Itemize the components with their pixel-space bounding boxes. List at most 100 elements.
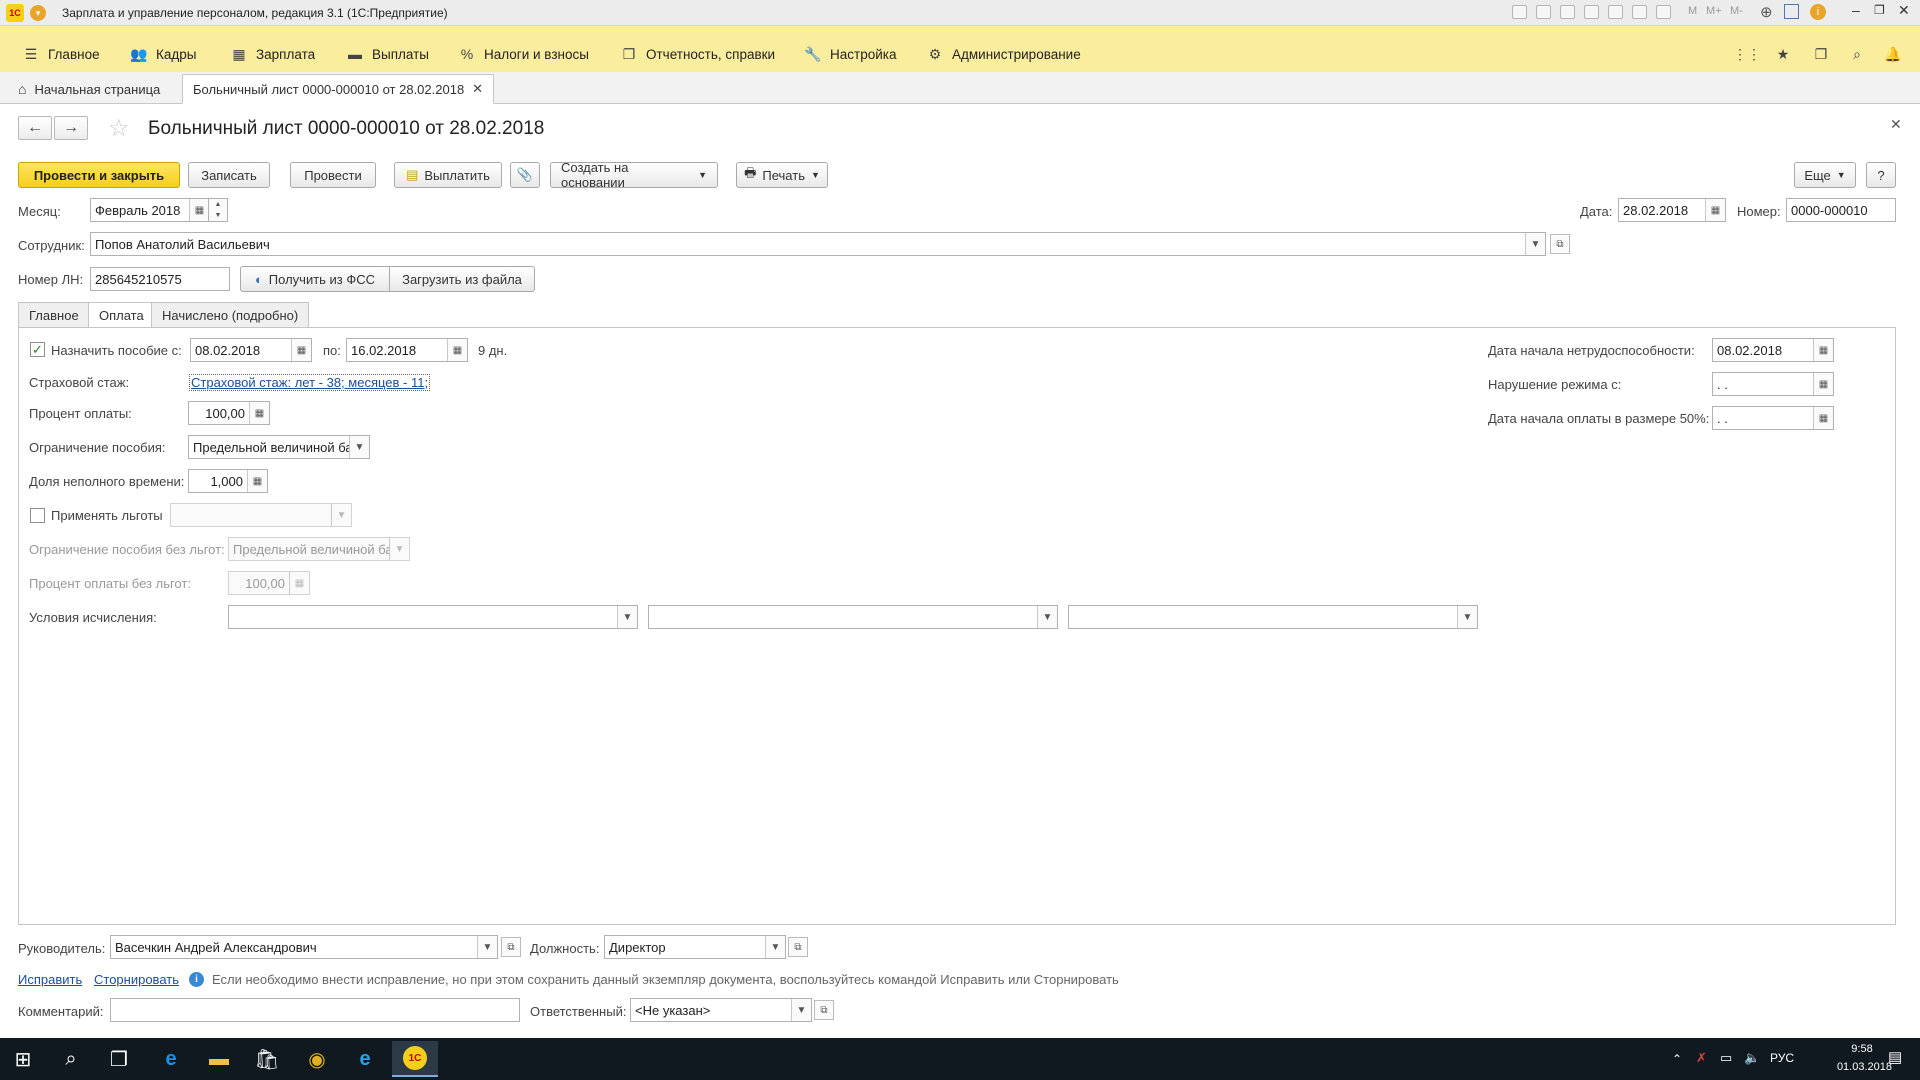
- panels-icon[interactable]: [1784, 4, 1799, 19]
- calculator-icon[interactable]: ▦: [247, 470, 267, 492]
- half-pay-start-field[interactable]: . . ▦: [1712, 406, 1834, 430]
- back-button[interactable]: ←: [18, 116, 52, 140]
- ie-browser-icon[interactable]: e: [342, 1041, 388, 1077]
- up-icon[interactable]: ▲: [215, 201, 222, 208]
- pay-button[interactable]: ▤ Выплатить: [394, 162, 502, 188]
- tray-chevron-icon[interactable]: ⌃: [1672, 1052, 1682, 1066]
- menu-taxes[interactable]: % Налоги и взносы: [458, 44, 589, 64]
- storno-link[interactable]: Сторнировать: [94, 972, 179, 987]
- dropdown-arrow-icon[interactable]: ▼: [765, 936, 785, 958]
- store-icon[interactable]: 🛍: [244, 1041, 290, 1077]
- apply-benefits-checkbox[interactable]: [30, 508, 45, 523]
- month-stepper[interactable]: ▲ ▼: [208, 198, 228, 222]
- edge-browser-icon[interactable]: e: [148, 1041, 194, 1077]
- task-view-icon[interactable]: ❐: [96, 1041, 142, 1077]
- more-button[interactable]: Еще ▼: [1794, 162, 1856, 188]
- close-form-icon[interactable]: ✕: [1890, 116, 1902, 133]
- down-icon[interactable]: ▼: [215, 212, 222, 219]
- ln-number-field[interactable]: 285645210575: [90, 267, 230, 291]
- minimize-icon[interactable]: –: [1852, 2, 1860, 18]
- memory-mminus-icon[interactable]: M-: [1730, 5, 1743, 17]
- dropdown-arrow-icon[interactable]: ▼: [1457, 606, 1477, 628]
- responsible-field[interactable]: <Не указан> ▼: [630, 998, 812, 1022]
- month-field[interactable]: Февраль 2018 ▦: [90, 198, 210, 222]
- menu-salary[interactable]: ▦ Зарплата: [230, 44, 315, 64]
- fix-link[interactable]: Исправить: [18, 972, 82, 987]
- search-icon[interactable]: ⌕: [1848, 44, 1866, 64]
- comment-field[interactable]: [110, 998, 520, 1022]
- calendar-icon[interactable]: ▦: [1813, 373, 1833, 395]
- dropdown-arrow-icon[interactable]: ▼: [1525, 233, 1545, 255]
- create-based-on-button[interactable]: Создать на основании ▼: [550, 160, 718, 190]
- search-icon[interactable]: ⌕: [48, 1041, 94, 1077]
- forward-button[interactable]: →: [54, 116, 88, 140]
- position-field[interactable]: Директор ▼: [604, 935, 786, 959]
- calculator-icon[interactable]: ▦: [249, 402, 269, 424]
- zoom-icon[interactable]: ⊕: [1760, 3, 1773, 21]
- open-manager-icon[interactable]: ⧉: [501, 937, 521, 957]
- disability-start-field[interactable]: 08.02.2018 ▦: [1712, 338, 1834, 362]
- calendar-icon[interactable]: ▦: [189, 199, 209, 221]
- open-responsible-icon[interactable]: ⧉: [814, 1000, 834, 1020]
- calendar-icon[interactable]: ▦: [291, 339, 311, 361]
- tab-accrued-detailed[interactable]: Начислено (подробно): [151, 302, 310, 328]
- tab-sick-leave[interactable]: Больничный лист 0000-000010 от 28.02.201…: [182, 74, 495, 104]
- benefit-limit-select[interactable]: Предельной величиной базы ▼: [188, 435, 370, 459]
- chrome-icon[interactable]: ◉: [294, 1041, 340, 1077]
- assign-from-field[interactable]: 08.02.2018 ▦: [190, 338, 312, 362]
- 1c-app-taskbar-icon[interactable]: 1С: [392, 1041, 438, 1077]
- insurance-exp-link[interactable]: Страховой стаж: лет - 38; месяцев - 11;: [189, 374, 431, 391]
- favorites-star-icon[interactable]: ★: [1774, 44, 1792, 64]
- tray-volume-icon[interactable]: 🔈: [1744, 1050, 1760, 1066]
- open-employee-icon[interactable]: ⧉: [1550, 234, 1570, 254]
- menu-hr[interactable]: 👥 Кадры: [130, 44, 196, 64]
- calc-condition-1-select[interactable]: ▼: [228, 605, 638, 629]
- dropdown-arrow-icon[interactable]: ▼: [1037, 606, 1057, 628]
- windows-start-icon[interactable]: ⊞: [0, 1041, 46, 1077]
- calendar-icon[interactable]: ▦: [1813, 339, 1833, 361]
- attach-button[interactable]: 📎: [510, 162, 540, 188]
- post-button[interactable]: Провести: [290, 162, 376, 188]
- menu-reports[interactable]: ❒ Отчетность, справки: [620, 44, 775, 64]
- assign-to-field[interactable]: 16.02.2018 ▦: [346, 338, 468, 362]
- clock-date[interactable]: 01.03.2018: [1808, 1061, 1892, 1073]
- dropdown-arrow-icon[interactable]: ▼: [349, 436, 369, 458]
- apps-grid-icon[interactable]: ⋮⋮: [1733, 44, 1761, 64]
- dropdown-arrow-icon[interactable]: ▼: [617, 606, 637, 628]
- manager-field[interactable]: Васечкин Андрей Александрович ▼: [110, 935, 498, 959]
- load-from-file-button[interactable]: Загрузить из файла: [389, 266, 535, 292]
- menu-main[interactable]: ☰ Главное: [22, 44, 100, 64]
- menu-admin[interactable]: ⚙ Администрирование: [926, 44, 1081, 64]
- favorite-star-icon[interactable]: ☆: [108, 114, 130, 143]
- table-icon[interactable]: [1656, 5, 1671, 19]
- calendar-icon[interactable]: ▦: [1813, 407, 1833, 429]
- open-position-icon[interactable]: ⧉: [788, 937, 808, 957]
- tab-payment[interactable]: Оплата: [88, 302, 155, 328]
- restore-icon[interactable]: ❐: [1874, 3, 1885, 17]
- get-from-fss-button[interactable]: ◐ Получить из ФСС: [240, 266, 390, 292]
- calculator-icon[interactable]: [1608, 5, 1623, 19]
- help-button[interactable]: ?: [1866, 162, 1896, 188]
- notifications-icon[interactable]: ▤: [1888, 1048, 1902, 1066]
- dropdown-arrow-icon[interactable]: ▼: [791, 999, 811, 1021]
- save-window-icon[interactable]: [1512, 5, 1527, 19]
- menu-payments[interactable]: ▬ Выплаты: [346, 44, 429, 64]
- calendar-icon[interactable]: ▦: [1705, 199, 1725, 221]
- tab-home[interactable]: ⌂ Начальная страница: [8, 74, 170, 104]
- post-and-close-button[interactable]: Провести и закрыть: [18, 162, 180, 188]
- tray-network-warning-icon[interactable]: ✗: [1696, 1050, 1707, 1066]
- print-button[interactable]: 🖶 Печать ▼: [736, 162, 828, 188]
- tray-monitor-icon[interactable]: ▭: [1720, 1050, 1732, 1066]
- assign-benefit-checkbox[interactable]: ✓: [30, 342, 45, 357]
- part-time-field[interactable]: 1,000 ▦: [188, 469, 268, 493]
- date-field[interactable]: 28.02.2018 ▦: [1618, 198, 1726, 222]
- print-window-icon[interactable]: [1536, 5, 1551, 19]
- employee-field[interactable]: Попов Анатолий Васильевич ▼: [90, 232, 1546, 256]
- pay-percent-field[interactable]: 100,00 ▦: [188, 401, 270, 425]
- preview-icon[interactable]: [1560, 5, 1575, 19]
- number-field[interactable]: 0000-000010: [1786, 198, 1896, 222]
- calc-condition-3-select[interactable]: ▼: [1068, 605, 1478, 629]
- calendar-icon[interactable]: ▦: [447, 339, 467, 361]
- clock-time[interactable]: 9:58: [1832, 1043, 1892, 1055]
- memory-m-icon[interactable]: M: [1688, 5, 1697, 17]
